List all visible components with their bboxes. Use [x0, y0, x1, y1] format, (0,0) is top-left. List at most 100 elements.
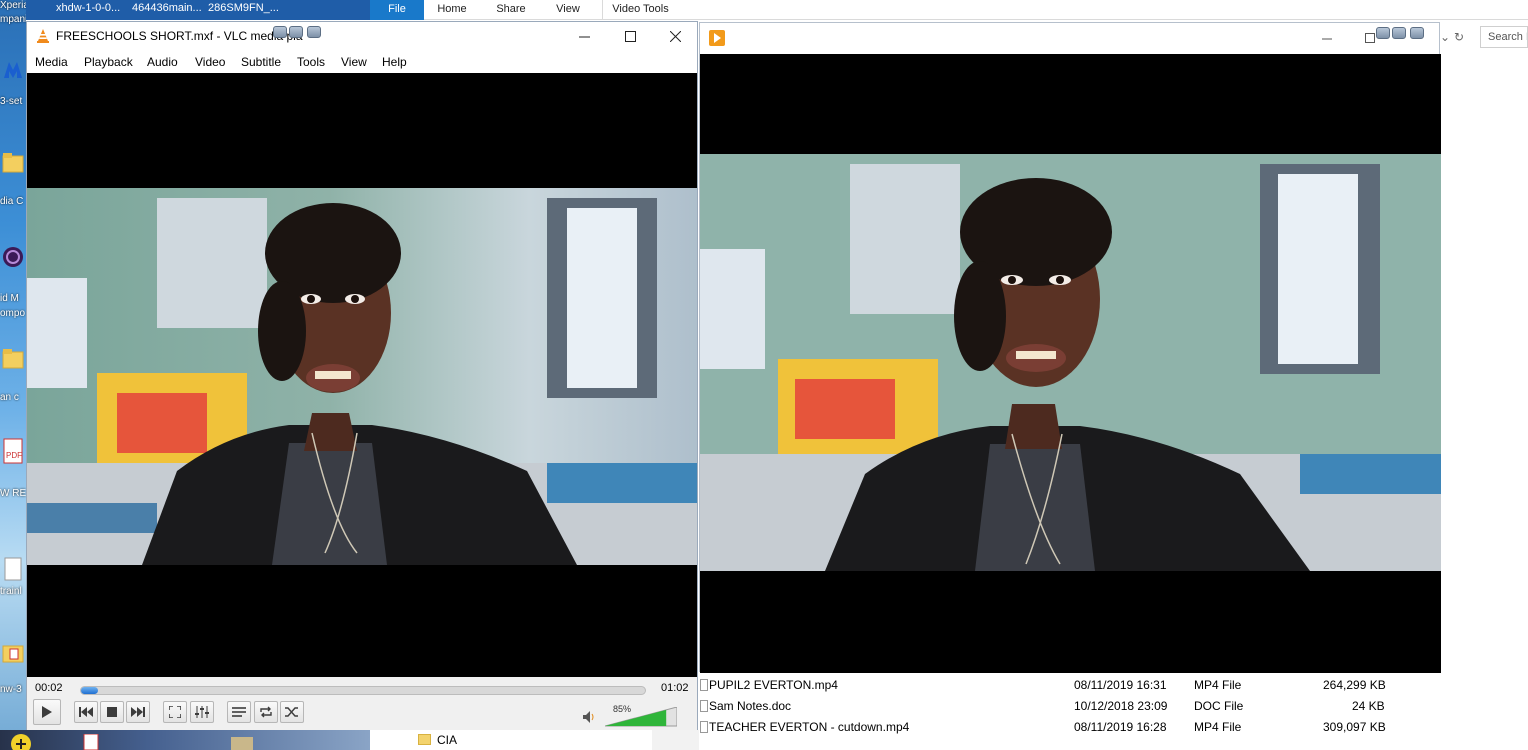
- maximize-button[interactable]: [607, 22, 653, 50]
- menu-subtitle[interactable]: Subtitle: [241, 55, 281, 69]
- maximize-icon: [624, 30, 636, 42]
- desktop-item-label[interactable]: 286SM9FN_...: [208, 2, 279, 14]
- refresh-icon[interactable]: ↻: [1454, 30, 1464, 44]
- restore-mini-icon[interactable]: [289, 26, 303, 38]
- minimize-icon[interactable]: [1322, 38, 1332, 40]
- desktop-icon-label: mpanion: [0, 14, 26, 25]
- menu-tools[interactable]: Tools: [297, 55, 325, 69]
- playlist-button[interactable]: [227, 701, 251, 723]
- desktop-item-label[interactable]: 464436main...: [132, 2, 202, 14]
- document-icon[interactable]: [2, 556, 24, 582]
- minimize-icon: [578, 36, 590, 37]
- vlc-window-title: FREESCHOOLS SHORT.mxf - VLC media pla: [56, 29, 303, 43]
- time-total: 01:02: [661, 682, 689, 694]
- file-name: Sam Notes.doc: [709, 699, 792, 713]
- chevron-down-icon[interactable]: ⌄: [1440, 30, 1450, 44]
- desktop-bottom-strip: [0, 730, 370, 750]
- desktop-top-strip: xhdw-1-0-0... 464436main... 286SM9FN_...: [26, 0, 370, 20]
- minimize-mini-icon[interactable]: [1376, 27, 1390, 39]
- menu-audio[interactable]: Audio: [147, 55, 178, 69]
- desktop-item-label[interactable]: xhdw-1-0-0...: [56, 2, 120, 14]
- equalizer-icon: [195, 706, 209, 718]
- video-frame-image: [27, 188, 697, 565]
- file-date: 08/11/2019 16:31: [1074, 678, 1167, 692]
- file-icon: [700, 700, 708, 712]
- seek-slider[interactable]: [80, 686, 646, 695]
- menu-view[interactable]: View: [341, 55, 367, 69]
- vlc-controls: 00:02 01:02 85%: [27, 677, 697, 731]
- desktop-icon-label: dia C: [0, 196, 24, 207]
- tab-share[interactable]: Share: [486, 0, 536, 20]
- stop-button[interactable]: [100, 701, 124, 723]
- folder-icon[interactable]: [230, 734, 254, 750]
- fullscreen-button[interactable]: [163, 701, 187, 723]
- file-size: 309,097 KB: [1323, 720, 1386, 734]
- close-icon: [669, 30, 681, 42]
- file-row[interactable]: TEACHER EVERTON - cutdown.mp4 08/11/2019…: [699, 717, 1528, 738]
- vlc-title-bar[interactable]: FREESCHOOLS SHORT.mxf - VLC media pla: [27, 22, 697, 50]
- secondary-player-title-bar[interactable]: [700, 23, 1439, 54]
- shuffle-icon: [285, 707, 298, 717]
- desktop-icon-label: an c: [0, 392, 19, 403]
- menu-video[interactable]: Video: [195, 55, 225, 69]
- malwarebytes-icon[interactable]: [2, 58, 24, 84]
- stop-icon: [107, 707, 117, 717]
- folder-icon: [418, 734, 431, 745]
- pdf-icon[interactable]: PDF: [2, 438, 24, 464]
- app-icon[interactable]: [6, 732, 36, 750]
- tab-view[interactable]: View: [544, 0, 592, 20]
- file-size: 24 KB: [1352, 699, 1385, 713]
- media-composer-icon[interactable]: [2, 244, 24, 270]
- pdf-icon[interactable]: [82, 734, 100, 750]
- extended-settings-button[interactable]: [190, 701, 214, 723]
- file-icon: [700, 679, 708, 691]
- folder-icon[interactable]: [2, 150, 24, 176]
- tab-video-tools[interactable]: Video Tools: [602, 0, 678, 20]
- loop-icon: [260, 706, 272, 718]
- svg-text:PDF: PDF: [6, 451, 22, 460]
- vlc-video-area[interactable]: [27, 73, 697, 677]
- file-name: TEACHER EVERTON - cutdown.mp4: [709, 720, 910, 734]
- tab-file[interactable]: File: [370, 0, 424, 20]
- secondary-video-area[interactable]: [700, 54, 1441, 673]
- close-button[interactable]: [652, 22, 698, 50]
- explorer-pane-gap: [652, 730, 699, 750]
- close-mini-icon[interactable]: [307, 26, 321, 38]
- file-list: PUPIL2 EVERTON.mp4 08/11/2019 16:31 MP4 …: [699, 675, 1528, 740]
- minimize-button[interactable]: [561, 22, 607, 50]
- pdf-folder-icon[interactable]: [2, 640, 24, 666]
- maximize-icon[interactable]: [1365, 33, 1375, 43]
- shuffle-button[interactable]: [280, 701, 304, 723]
- restore-mini-icon[interactable]: [1392, 27, 1406, 39]
- minimize-mini-icon[interactable]: [273, 26, 287, 38]
- previous-button[interactable]: [74, 701, 98, 723]
- play-button[interactable]: [33, 699, 61, 725]
- desktop-icon-label: Xperia: [0, 0, 26, 11]
- media-player-icon: [709, 30, 725, 46]
- desktop-icon-label: trainl: [0, 586, 22, 597]
- desktop-icon-label: id M: [0, 293, 19, 304]
- loop-button[interactable]: [254, 701, 278, 723]
- previous-icon: [79, 707, 93, 717]
- folder-icon[interactable]: [2, 346, 24, 372]
- file-row[interactable]: PUPIL2 EVERTON.mp4 08/11/2019 16:31 MP4 …: [699, 675, 1528, 696]
- file-row[interactable]: Sam Notes.doc 10/12/2018 23:09 DOC File …: [699, 696, 1528, 717]
- desktop-icon-label: nw-3: [0, 684, 22, 695]
- close-mini-icon[interactable]: [1410, 27, 1424, 39]
- folder-row[interactable]: CIA: [370, 730, 652, 750]
- file-type: MP4 File: [1194, 720, 1242, 734]
- volume-slider[interactable]: [605, 707, 677, 727]
- explorer-ribbon: File Home Share View Video Tools: [370, 0, 1528, 20]
- tab-home[interactable]: Home: [428, 0, 476, 20]
- file-type: MP4 File: [1194, 678, 1242, 692]
- menu-help[interactable]: Help: [382, 55, 407, 69]
- next-button[interactable]: [126, 701, 150, 723]
- vlc-cone-icon: [37, 29, 49, 43]
- menu-media[interactable]: Media: [35, 55, 68, 69]
- menu-playback[interactable]: Playback: [84, 55, 133, 69]
- speaker-icon[interactable]: [583, 711, 597, 723]
- video-frame-image: [700, 154, 1441, 571]
- search-input[interactable]: Search I: [1480, 26, 1528, 48]
- next-icon: [131, 707, 145, 717]
- desktop-icon-label: W RE: [0, 488, 26, 499]
